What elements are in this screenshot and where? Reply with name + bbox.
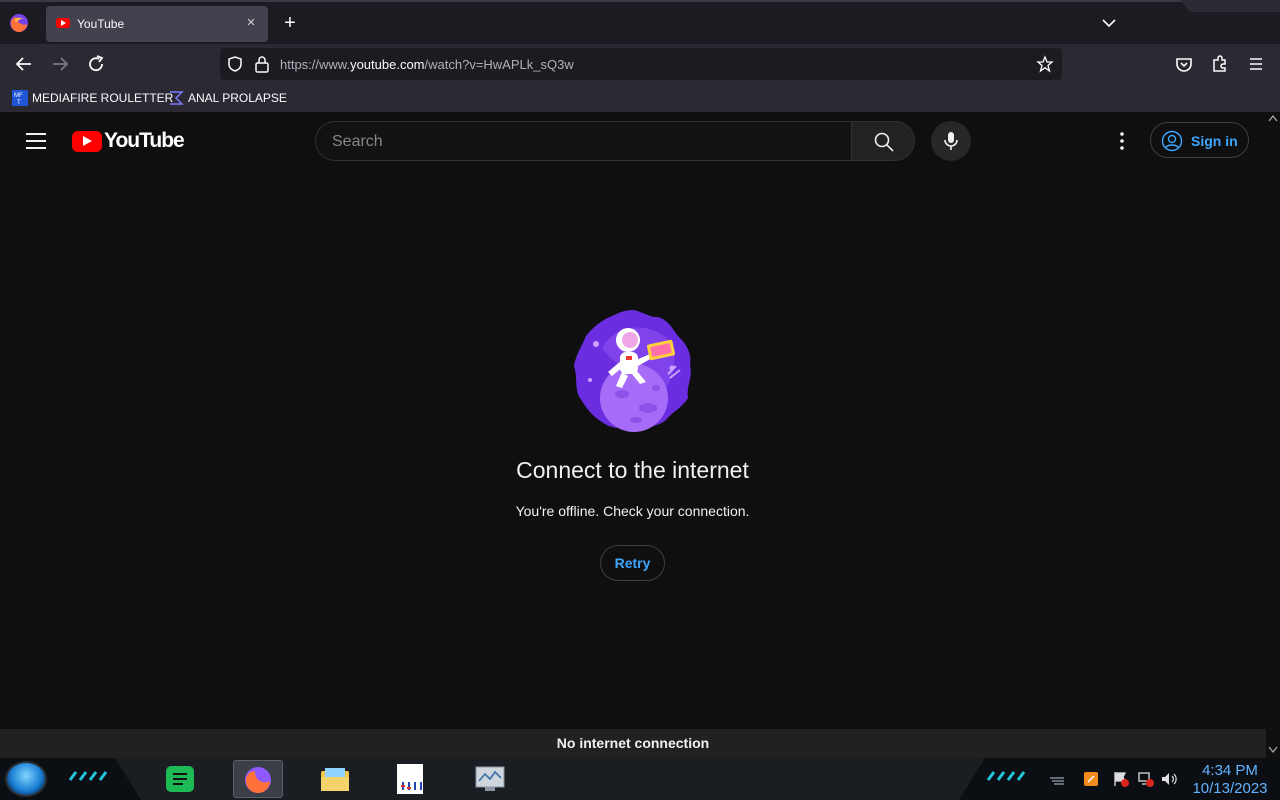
url-prefix: https://www.: [280, 57, 351, 72]
youtube-header: YouTube Search Sign in: [0, 112, 1280, 170]
search-input[interactable]: Search: [315, 121, 852, 161]
titlebar-decoration: [1180, 0, 1280, 12]
sigma-icon: [170, 91, 184, 105]
url-host: youtube.com: [350, 57, 425, 72]
back-arrow-icon[interactable]: [12, 52, 36, 76]
offline-title: Connect to the internet: [516, 457, 749, 483]
search-placeholder: Search: [332, 133, 383, 150]
network-disconnected-icon[interactable]: [1137, 770, 1155, 788]
mediafire-icon: MF T: [12, 90, 28, 106]
list-all-tabs-chevron-icon[interactable]: [1100, 14, 1118, 32]
browser-navbar: https://www.youtube.com/watch?v=HwAPLk_s…: [0, 44, 1280, 84]
guide-menu-icon[interactable]: [26, 133, 46, 149]
browser-tab-strip: YouTube × +: [0, 0, 1280, 44]
tab-close-icon[interactable]: ×: [242, 14, 260, 32]
scroll-up-icon[interactable]: [1268, 114, 1278, 122]
astronaut-offline-illustration: [574, 310, 691, 432]
url-text[interactable]: https://www.youtube.com/watch?v=HwAPLk_s…: [280, 57, 574, 72]
bookmark-star-icon[interactable]: [1036, 55, 1054, 73]
taskbar: 4:34 PM 10/13/2023: [0, 758, 1280, 800]
monitor-icon: [475, 766, 505, 791]
retry-button[interactable]: Retry: [600, 545, 665, 581]
taskbar-app-document[interactable]: [385, 760, 435, 798]
search-icon: [874, 132, 894, 152]
pocket-icon[interactable]: [1172, 52, 1196, 76]
offline-subtitle: You're offline. Check your connection.: [515, 503, 750, 519]
bookmarks-toolbar: MF T MEDIAFIRE ROULETTER ANAL PROLAPSE: [0, 84, 1280, 112]
svg-text:T: T: [17, 100, 21, 106]
taskbar-app-spotify[interactable]: [156, 760, 206, 798]
volume-icon[interactable]: [1160, 770, 1178, 788]
tracking-shield-icon[interactable]: [226, 55, 244, 73]
youtube-logo-icon[interactable]: [72, 131, 102, 152]
firefox-icon[interactable]: [8, 12, 30, 34]
youtube-wordmark[interactable]: YouTube: [104, 129, 185, 153]
forward-arrow-icon[interactable]: [48, 52, 72, 76]
svg-text:MF: MF: [14, 93, 23, 99]
file-explorer-icon: [321, 768, 349, 791]
new-tab-button[interactable]: +: [280, 12, 300, 34]
sign-in-label: Sign in: [1191, 133, 1238, 149]
scroll-down-icon[interactable]: [1268, 746, 1278, 754]
start-orb-icon[interactable]: [5, 761, 47, 797]
extensions-puzzle-icon[interactable]: [1208, 52, 1232, 76]
system-clock[interactable]: 4:34 PM 10/13/2023: [1184, 762, 1276, 798]
search-button[interactable]: [851, 121, 915, 161]
tab-title: YouTube: [77, 17, 125, 31]
bookmark-mediafire[interactable]: MEDIAFIRE ROULETTER: [32, 91, 173, 105]
taskbar-chevron-decoration-right: [986, 771, 1026, 781]
spotify-icon: [166, 766, 194, 792]
taskbar-app-firefox[interactable]: [233, 760, 283, 798]
url-path: /watch?v=HwAPLk_sQ3w: [424, 57, 574, 72]
tray-app-orange-icon[interactable]: [1082, 770, 1100, 788]
taskbar-app-explorer[interactable]: [310, 760, 360, 798]
app-menu-icon[interactable]: [1244, 52, 1268, 76]
reload-icon[interactable]: [84, 52, 108, 76]
taskbar-chevron-decoration: [68, 771, 108, 781]
microphone-icon: [944, 132, 958, 150]
document-icon: [397, 764, 423, 794]
url-bar[interactable]: https://www.youtube.com/watch?v=HwAPLk_s…: [220, 48, 1062, 80]
action-center-flag-icon[interactable]: [1112, 770, 1130, 788]
youtube-favicon-icon: [56, 18, 70, 28]
clock-time: 4:34 PM: [1202, 762, 1258, 779]
firefox-icon: [245, 767, 271, 793]
tab-youtube[interactable]: YouTube ×: [46, 6, 268, 42]
account-circle-icon: [1161, 130, 1183, 152]
show-desktop-lines-icon[interactable]: [1048, 770, 1066, 788]
page-scrollbar[interactable]: [1266, 112, 1280, 758]
settings-kebab-icon[interactable]: [1112, 129, 1132, 153]
bookmark-anal-prolapse[interactable]: ANAL PROLAPSE: [188, 91, 287, 105]
lock-icon[interactable]: [254, 55, 270, 73]
no-connection-banner: No internet connection: [0, 729, 1266, 758]
sign-in-button[interactable]: Sign in: [1150, 122, 1249, 158]
clock-date: 10/13/2023: [1192, 780, 1268, 797]
voice-search-button[interactable]: [931, 121, 971, 161]
taskbar-app-monitor[interactable]: [465, 760, 515, 798]
